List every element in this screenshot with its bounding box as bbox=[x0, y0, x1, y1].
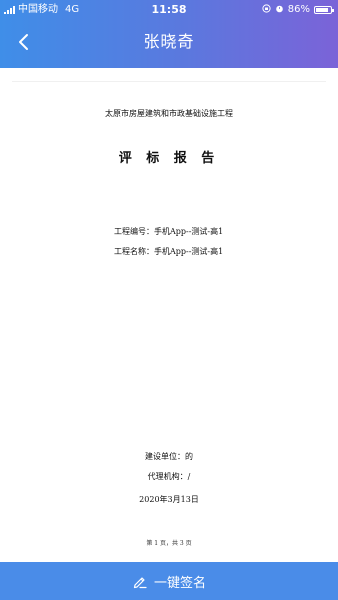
agency-row: 代理机构：/ bbox=[0, 471, 338, 482]
navigation-bar: 张晓奇 bbox=[0, 20, 338, 68]
pen-icon bbox=[133, 577, 147, 589]
project-number-value: 手机App--测试-高1 bbox=[154, 227, 224, 236]
battery-fill bbox=[316, 8, 328, 12]
project-number-row: 工程编号：手机App--测试-高1 bbox=[114, 226, 223, 237]
document-subtitle: 太原市房屋建筑和市政基础设施工程 bbox=[105, 109, 233, 118]
page-indicator: 第 1 页，共 3 页 bbox=[146, 540, 192, 547]
document-title: 评 标 报 告 bbox=[118, 151, 220, 166]
agency-label: 代理机构： bbox=[147, 472, 188, 481]
agency-value: / bbox=[187, 472, 191, 481]
battery-percent: 86% bbox=[287, 4, 310, 15]
battery-icon bbox=[314, 6, 334, 14]
status-right: 86% bbox=[262, 0, 334, 20]
builder-value: 的 bbox=[185, 452, 193, 461]
project-number-label: 工程编号： bbox=[114, 227, 154, 236]
document-date: 2020年3月13日 bbox=[139, 495, 199, 504]
report-document-view[interactable]: 太原市房屋建筑和市政基础设施工程 评 标 报 告 工程编号：手机App--测试-… bbox=[0, 68, 338, 562]
project-name-value: 手机App--测试-高1 bbox=[154, 247, 224, 256]
project-name-row: 工程名称：手机App--测试-高1 bbox=[114, 246, 223, 257]
page-title: 张晓奇 bbox=[143, 32, 195, 51]
status-bar: 中国移动 4G 11:58 86% bbox=[0, 0, 338, 20]
sign-button-label: 一键签名 bbox=[153, 575, 206, 591]
project-name-label: 工程名称： bbox=[114, 247, 154, 256]
lock-rotation-icon bbox=[262, 4, 271, 16]
document-top-divider bbox=[12, 81, 326, 82]
one-click-sign-button[interactable]: 一键签名 bbox=[0, 562, 338, 600]
builder-row: 建设单位：的 bbox=[0, 451, 338, 462]
app-header: 中国移动 4G 11:58 86% 张晓奇 bbox=[0, 0, 338, 68]
alarm-icon bbox=[275, 4, 284, 16]
builder-label: 建设单位： bbox=[145, 452, 185, 461]
